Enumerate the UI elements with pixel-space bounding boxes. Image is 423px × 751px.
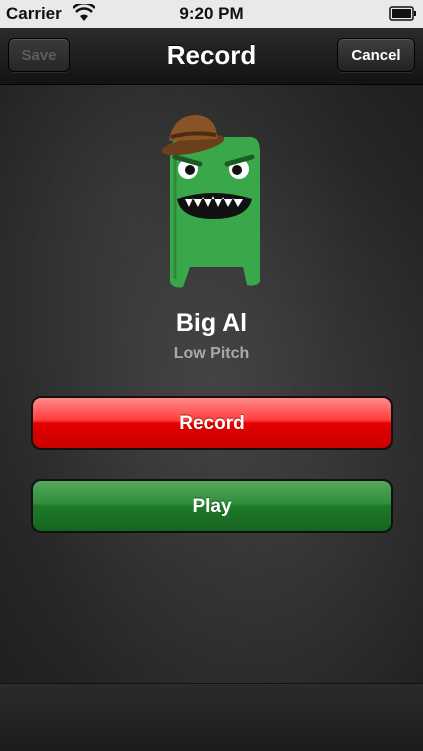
monster-icon (161, 115, 260, 288)
character-pitch: Low Pitch (173, 345, 250, 362)
character-name: Big Al (175, 309, 248, 337)
status-bar: Carrier 9:20 PM (0, 0, 423, 28)
bottom-bar (0, 683, 423, 751)
status-time: 9:20 PM (179, 4, 244, 23)
record-button[interactable]: Record (31, 396, 393, 450)
cancel-button[interactable]: Cancel (337, 38, 415, 72)
record-panel: Big Al Low Pitch Record Play (0, 85, 423, 683)
navigation-bar: Save Record Cancel (0, 28, 423, 85)
play-button[interactable]: Play (31, 479, 393, 533)
battery-icon (389, 6, 416, 21)
